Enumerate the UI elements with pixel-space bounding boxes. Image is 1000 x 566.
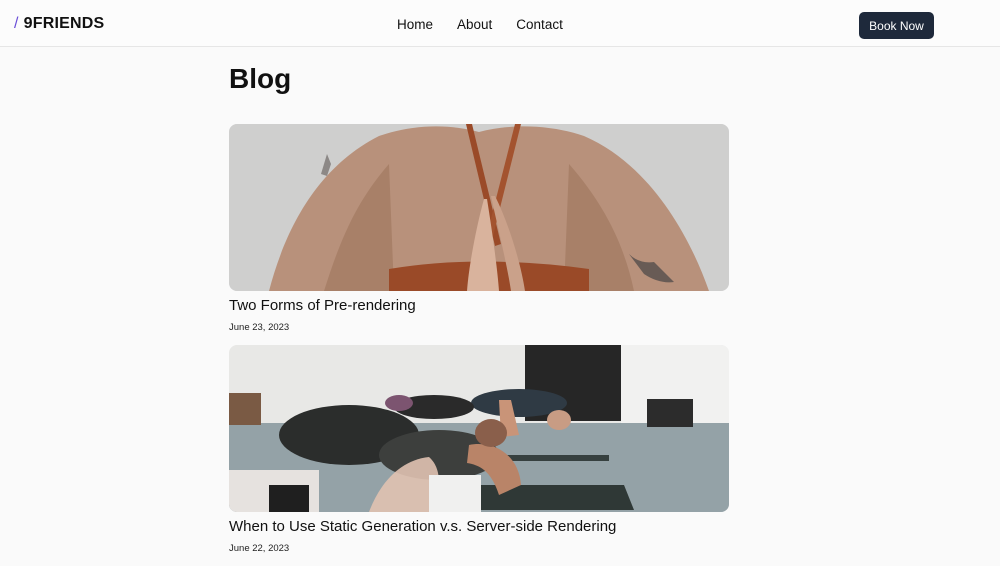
nav-about-link[interactable]: About: [457, 17, 492, 32]
nav-contact-link[interactable]: Contact: [516, 17, 563, 32]
post-image-yoga-class[interactable]: [229, 345, 729, 512]
blog-post-card[interactable]: Two Forms of Pre-rendering June 23, 2023: [229, 124, 729, 333]
main-nav: Home About Contact: [397, 17, 563, 32]
post-date: June 22, 2023: [229, 543, 290, 554]
site-logo[interactable]: / 9FRIENDS: [14, 15, 104, 33]
site-header: / 9FRIENDS Home About Contact Book Now: [0, 0, 1000, 47]
nav-home-link[interactable]: Home: [397, 17, 433, 32]
book-now-button[interactable]: Book Now: [859, 12, 934, 39]
post-image-yoga-back[interactable]: [229, 124, 729, 291]
logo-text: 9FRIENDS: [23, 15, 105, 32]
logo-slash: /: [14, 15, 19, 32]
page-title: Blog: [229, 63, 292, 94]
post-title[interactable]: Two Forms of Pre-rendering: [229, 297, 729, 314]
blog-post-card[interactable]: When to Use Static Generation v.s. Serve…: [229, 345, 729, 554]
post-date: June 23, 2023: [229, 322, 290, 333]
post-title[interactable]: When to Use Static Generation v.s. Serve…: [229, 518, 729, 535]
